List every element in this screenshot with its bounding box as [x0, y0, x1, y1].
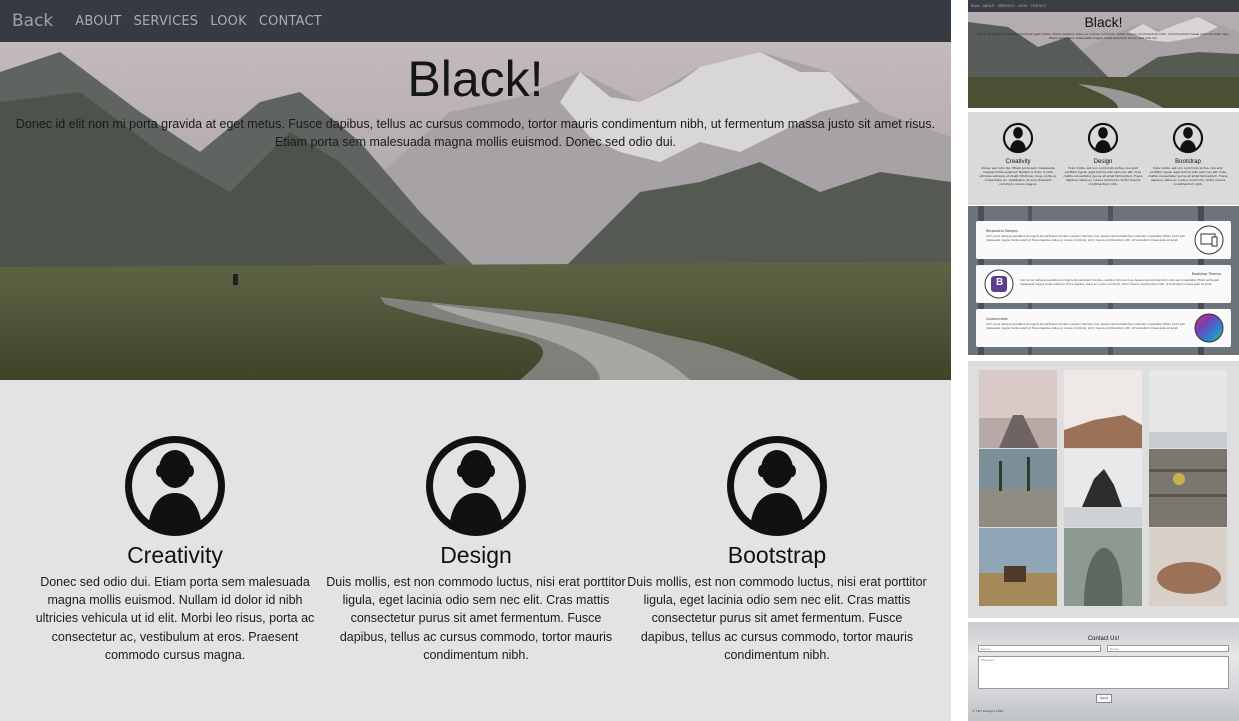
gallery-photo-rock[interactable] — [1064, 449, 1142, 527]
preview-panel-responsive: Responsive Designs Cum sociis natoque pe… — [976, 221, 1231, 259]
hero-text: Donec id elit non mi porta gravida at eg… — [15, 117, 936, 149]
feature-title: Design — [440, 542, 512, 568]
preview-feature-creativity: Creativity Donec sed odio dui. Etiam por… — [978, 122, 1058, 186]
preview-footer: © T&T Designs 2019 — [972, 709, 1004, 713]
gallery-photo-wood[interactable] — [1149, 449, 1227, 527]
avatar-icon — [1087, 122, 1119, 154]
feature-text: Donec sed odio dui. Etiam porta sem male… — [35, 575, 315, 662]
gallery-photo-tree[interactable] — [1064, 528, 1142, 606]
feature-design: Design Duis mollis, est non commodo luct… — [326, 433, 626, 664]
hero-title: Black! — [407, 51, 544, 107]
avatar-icon — [1172, 122, 1204, 154]
preview-panel-title: Bootstrap Themes — [1191, 272, 1221, 276]
gallery-photo-chair[interactable] — [979, 528, 1057, 606]
preview-hero-text: Donec id elit non mi porta gravida at eg… — [977, 32, 1230, 40]
preview-hero: Black! Donec id elit non mi porta gravid… — [968, 12, 1239, 108]
hero-section: Black! Donec id elit non mi porta gravid… — [0, 42, 951, 380]
gallery-photo-walrus[interactable] — [1149, 528, 1227, 606]
color-palette-icon — [1194, 313, 1224, 343]
nav-link-contact[interactable]: CONTACT — [259, 14, 322, 29]
contact-email-input[interactable]: Email — [1107, 645, 1229, 652]
avatar-icon — [1002, 122, 1034, 154]
feature-text: Duis mollis, est non commodo luctus, nis… — [627, 575, 927, 662]
contact-message-input[interactable]: Message — [978, 656, 1229, 689]
gallery-photo-cliff[interactable] — [1064, 370, 1142, 448]
avatar-icon — [125, 436, 225, 536]
feature-bootstrap: Bootstrap Duis mollis, est non commodo l… — [627, 433, 927, 664]
preview-panel-text: Cum sociis natoque penatibus et magnis d… — [986, 323, 1186, 330]
gallery-photo-mist[interactable] — [1149, 370, 1227, 448]
preview-feature-text: Duis mollis, est non commodo luctus, nis… — [1063, 166, 1143, 186]
preview-navbar: Back ABOUT SERVICES LOOK CONTACT — [968, 0, 1239, 12]
preview-feature-title: Bootstrap — [1175, 159, 1201, 165]
nav-link-about[interactable]: ABOUT — [75, 14, 121, 29]
feature-creativity: Creativity Donec sed odio dui. Etiam por… — [25, 433, 325, 664]
preview-hero-title: Black! — [1084, 14, 1123, 30]
preview-panel-title: Customizable — [986, 317, 1008, 321]
preview-nav-look[interactable]: LOOK — [1018, 4, 1028, 8]
contact-send-button[interactable]: Send — [1096, 694, 1112, 703]
brand-link[interactable]: Back — [12, 11, 53, 31]
preview-features: Creativity Donec sed odio dui. Etiam por… — [968, 112, 1239, 205]
preview-feature-title: Design — [1093, 159, 1113, 165]
nav-link-services[interactable]: SERVICES — [134, 14, 199, 29]
bootstrap-logo-letter: B — [996, 277, 1004, 288]
contact-name-input[interactable]: Name — [978, 645, 1101, 652]
feature-title: Creativity — [127, 542, 223, 568]
preview-panel-customizable: Customizable Cum sociis natoque penatibu… — [976, 309, 1231, 347]
preview-feature-design: Design Duis mollis, est non commodo luct… — [1063, 122, 1143, 186]
preview-panel-text: Cum sociis natoque penatibus et magnis d… — [986, 235, 1186, 242]
preview-feature-bootstrap: Bootstrap Duis mollis, est non commodo l… — [1148, 122, 1228, 186]
preview-brand[interactable]: Back — [971, 4, 980, 8]
feature-title: Bootstrap — [727, 542, 827, 568]
preview-feature-title: Creativity — [1005, 159, 1031, 165]
preview-services-panels: Responsive Designs Cum sociis natoque pe… — [968, 206, 1239, 355]
preview-contact-section: Contact Us! Name Email Message Send © T&… — [968, 622, 1239, 721]
preview-nav-contact[interactable]: CONTACT — [1030, 4, 1047, 8]
preview-contact-title: Contact Us! — [1087, 636, 1120, 642]
preview-panel-text: Cum sociis natoque penatibus et magnis d… — [1020, 279, 1220, 286]
preview-nav-about[interactable]: ABOUT — [983, 4, 995, 8]
preview-gallery — [968, 361, 1239, 618]
avatar-icon — [727, 436, 827, 536]
preview-panel-bootstrap: B Bootstrap Themes Cum sociis natoque pe… — [976, 265, 1231, 303]
avatar-icon — [426, 436, 526, 536]
feature-text: Duis mollis, est non commodo luctus, nis… — [326, 575, 626, 662]
nav-link-look[interactable]: LOOK — [210, 14, 247, 29]
devices-icon — [1194, 225, 1224, 255]
preview-nav-services[interactable]: SERVICES — [998, 4, 1015, 8]
preview-panel-title: Responsive Designs — [986, 229, 1018, 233]
navbar: Back ABOUT SERVICES LOOK CONTACT — [0, 0, 951, 42]
full-page-preview: Back ABOUT SERVICES LOOK CONTACT Black! … — [968, 0, 1239, 721]
gallery-photo-pier[interactable] — [979, 370, 1057, 448]
preview-feature-text: Duis mollis, est non commodo luctus, nis… — [1148, 166, 1228, 186]
preview-feature-text: Donec sed odio dui. Etiam porta sem male… — [979, 166, 1057, 186]
gallery-photo-palms[interactable] — [979, 449, 1057, 527]
main-page-view: Back ABOUT SERVICES LOOK CONTACT Black! … — [0, 0, 951, 721]
